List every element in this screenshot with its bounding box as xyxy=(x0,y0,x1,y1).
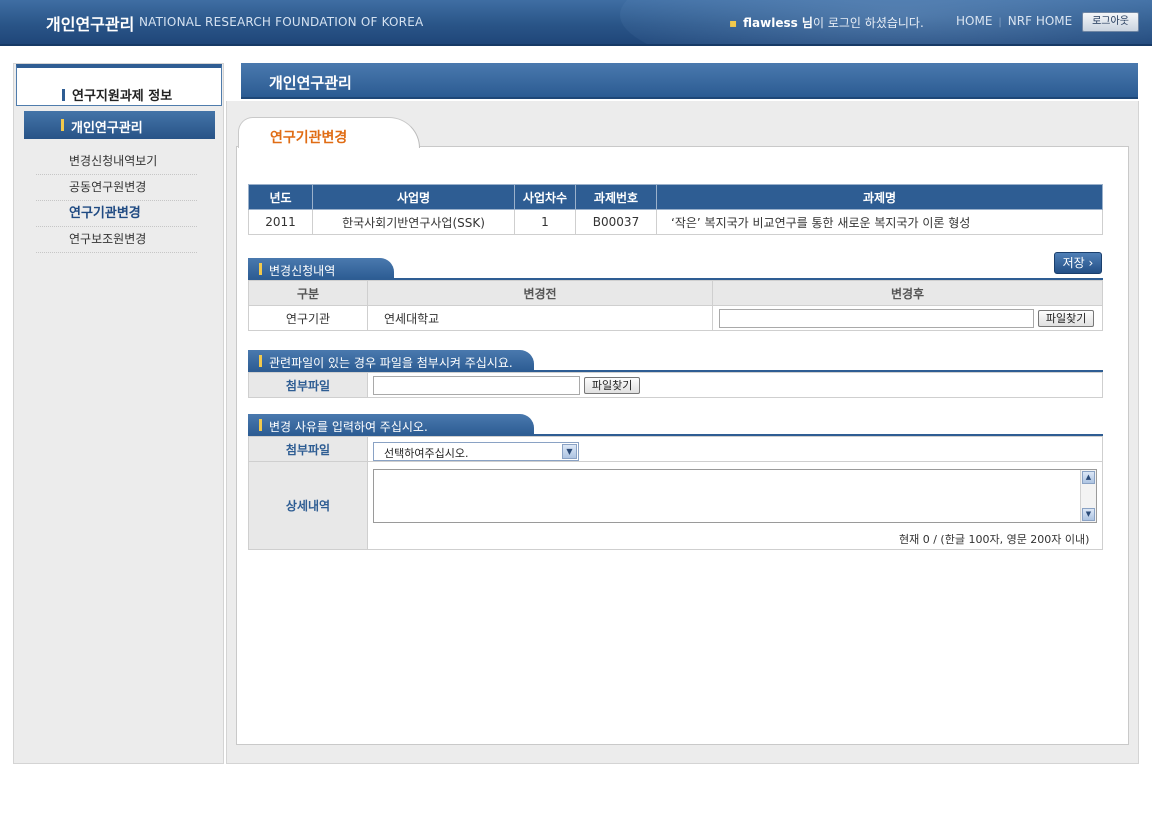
sidebar-item-assistant[interactable]: 연구보조원변경 xyxy=(36,227,197,253)
attach-label: 첨부파일 xyxy=(248,372,368,398)
chevron-right-icon: › xyxy=(1088,256,1094,270)
marker-icon xyxy=(259,419,262,431)
login-suffix: 이 로그인 하셨습니다. xyxy=(812,16,924,30)
sidebar-active-label: 개인연구관리 xyxy=(71,121,143,136)
textarea-scrollbar[interactable]: ▲ ▼ xyxy=(1080,470,1096,522)
col-project-title: 과제명 xyxy=(656,184,1103,210)
change-table: 구분 변경전 변경후 연구기관 연세대학교 파일찾기 xyxy=(248,280,1103,331)
tab-label: 연구기관변경 xyxy=(270,130,348,146)
reason-section-title: 변경 사유를 입력하여 주십시오. xyxy=(269,420,428,434)
page-title-bar: 개인연구관리 xyxy=(241,63,1138,99)
site-title: 개인연구관리 xyxy=(46,15,135,34)
sidebar-section-title: 연구지원과제 정보 xyxy=(16,64,222,106)
cell-project-no: B00037 xyxy=(575,209,657,235)
col-project-no: 과제번호 xyxy=(575,184,657,210)
sidebar-submenu: 변경신청내역보기 공동연구원변경 연구기관변경 연구보조원변경 xyxy=(36,149,197,253)
marker-icon xyxy=(259,263,262,275)
scroll-up-icon[interactable]: ▲ xyxy=(1082,471,1095,484)
sidebar-item-institution[interactable]: 연구기관변경 xyxy=(36,201,197,227)
reason-section-header: 변경 사유를 입력하여 주십시오. xyxy=(248,414,534,436)
nav-nrf-home-link[interactable]: NRF HOME xyxy=(1008,14,1072,28)
marker-icon xyxy=(259,355,262,367)
col-after: 변경후 xyxy=(712,280,1103,306)
attach-file-button[interactable]: 파일찾기 xyxy=(583,376,641,394)
top-nav: HOME | NRF HOME xyxy=(956,14,1072,28)
after-file-button[interactable]: 파일찾기 xyxy=(1037,309,1095,327)
marker-icon xyxy=(62,89,65,101)
sidebar-item-change-history[interactable]: 변경신청내역보기 xyxy=(36,149,197,175)
nav-separator: | xyxy=(998,17,1002,28)
chevron-down-icon[interactable]: ▼ xyxy=(562,444,577,459)
reason-select-value: 선택하여주십시오. xyxy=(384,447,469,460)
attach-section-title: 관련파일이 있는 경우 파일을 첨부시켜 주십시요. xyxy=(269,356,513,370)
col-before: 변경전 xyxy=(367,280,713,306)
attach-section-header: 관련파일이 있는 경우 파일을 첨부시켜 주십시요. xyxy=(248,350,534,372)
table-header-row: 구분 변경전 변경후 xyxy=(248,280,1103,306)
change-section-title: 변경신청내역 xyxy=(269,264,336,278)
sidebar: 연구지원과제 정보 개인연구관리 변경신청내역보기 공동연구원변경 연구기관변경… xyxy=(13,63,224,764)
save-button[interactable]: 저장 › xyxy=(1054,252,1102,274)
attach-file-input[interactable] xyxy=(373,375,580,395)
cell-category: 연구기관 xyxy=(248,305,368,331)
user-name: flawless 님 xyxy=(743,16,813,30)
scroll-down-icon[interactable]: ▼ xyxy=(1082,508,1095,521)
table-row: 연구기관 연세대학교 파일찾기 xyxy=(248,305,1103,331)
reason-select[interactable]: 선택하여주십시오. ▼ xyxy=(373,442,579,461)
sidebar-active-menu[interactable]: 개인연구관리 xyxy=(24,111,215,139)
after-file-input[interactable] xyxy=(719,308,1034,328)
top-header: 개인연구관리 NATIONAL RESEARCH FOUNDATION OF K… xyxy=(0,0,1152,46)
sidebar-section-label: 연구지원과제 정보 xyxy=(72,89,173,104)
login-message: ▪ flawless 님이 로그인 하셨습니다. xyxy=(729,14,924,31)
col-year: 년도 xyxy=(248,184,313,210)
marker-icon xyxy=(61,119,64,131)
change-section-header: 변경신청내역 xyxy=(248,258,394,280)
cell-after: 파일찾기 xyxy=(712,305,1103,331)
col-round: 사업차수 xyxy=(514,184,576,210)
cell-year: 2011 xyxy=(248,209,313,235)
logout-button[interactable]: 로그아웃 xyxy=(1082,12,1139,32)
col-category: 구분 xyxy=(248,280,368,306)
project-info-table: 년도 사업명 사업차수 과제번호 과제명 2011 한국사회기반연구사업(SSK… xyxy=(248,184,1103,235)
tab-institution-change[interactable]: 연구기관변경 xyxy=(238,117,420,148)
detail-label: 상세내역 xyxy=(248,461,368,550)
cell-program: 한국사회기반연구사업(SSK) xyxy=(312,209,515,235)
sidebar-item-co-researcher[interactable]: 공동연구원변경 xyxy=(36,175,197,201)
cell-round: 1 xyxy=(514,209,576,235)
bullet-icon: ▪ xyxy=(729,16,738,30)
site-subtitle: NATIONAL RESEARCH FOUNDATION OF KOREA xyxy=(139,15,424,29)
reason-select-label: 첨부파일 xyxy=(248,436,368,462)
page-title: 개인연구관리 xyxy=(269,74,352,92)
table-row: 2011 한국사회기반연구사업(SSK) 1 B00037 ‘작은’ 복지국가 … xyxy=(248,209,1103,235)
nav-home-link[interactable]: HOME xyxy=(956,14,992,28)
cell-project-title: ‘작은’ 복지국가 비교연구를 통한 새로운 복지국가 이론 형성 xyxy=(656,209,1103,235)
attach-table: 첨부파일 파일찾기 xyxy=(248,372,1103,398)
detail-textarea[interactable]: ▲ ▼ xyxy=(373,469,1097,523)
attach-cell: 파일찾기 xyxy=(367,372,1103,398)
char-count: 현재 0 / (한글 100자, 영문 200자 이내) xyxy=(899,533,1090,546)
col-program: 사업명 xyxy=(312,184,515,210)
table-header-row: 년도 사업명 사업차수 과제번호 과제명 xyxy=(248,184,1103,210)
cell-before: 연세대학교 xyxy=(367,305,713,331)
save-label: 저장 xyxy=(1062,256,1085,270)
table-row: 첨부파일 파일찾기 xyxy=(248,372,1103,398)
